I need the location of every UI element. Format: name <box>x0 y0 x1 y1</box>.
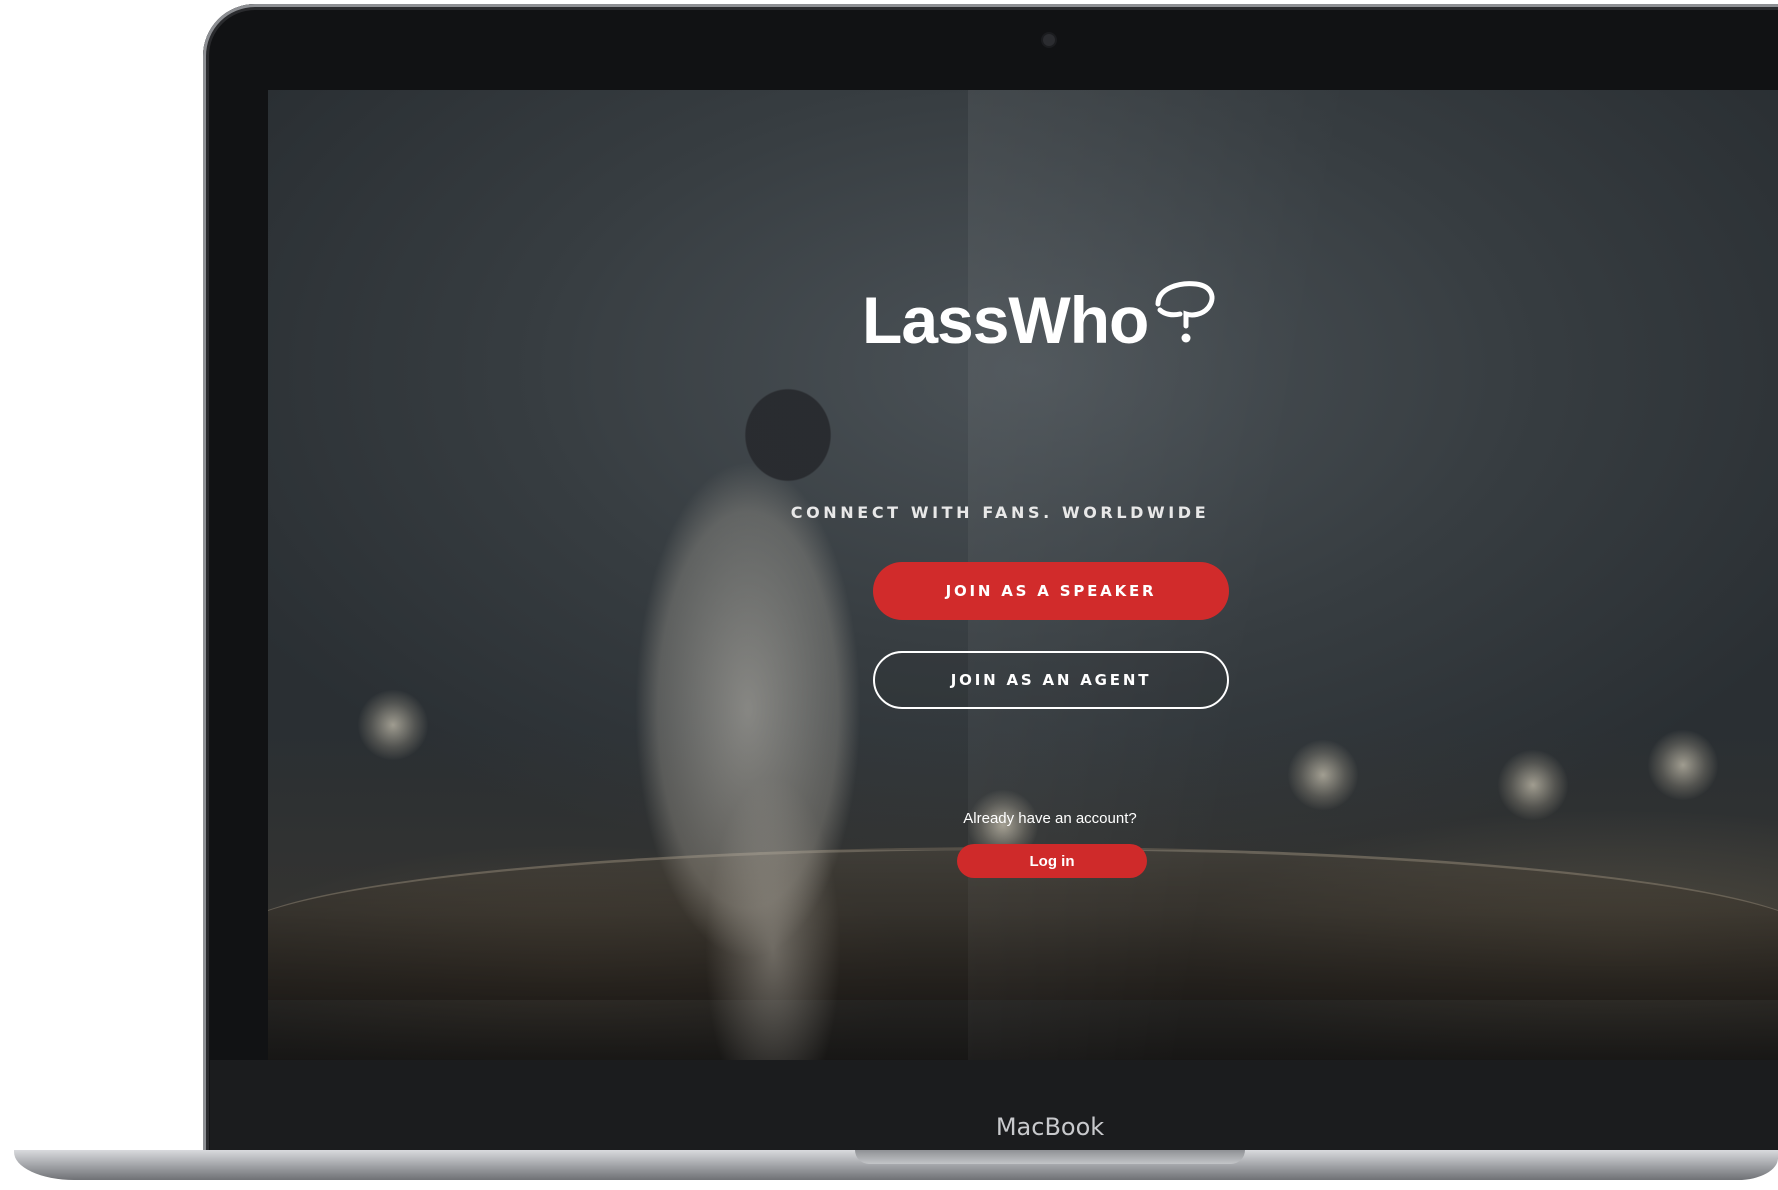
app-logo: LassWho <box>862 280 1220 360</box>
device-brand-label: MacBook <box>995 1113 1105 1141</box>
join-as-speaker-button[interactable]: JOIN AS A SPEAKER <box>873 562 1229 620</box>
webcam <box>1043 34 1055 46</box>
speech-bubble-question-icon <box>1150 278 1220 354</box>
floodlight <box>1648 730 1718 800</box>
tagline: CONNECT WITH FANS. WORLDWIDE <box>790 503 1210 522</box>
laptop-hinge-notch <box>855 1150 1245 1164</box>
floodlight <box>1288 740 1358 810</box>
floodlight <box>358 690 428 760</box>
join-as-agent-button[interactable]: JOIN AS AN AGENT <box>873 651 1229 709</box>
floodlight <box>1498 750 1568 820</box>
login-button[interactable]: Log in <box>957 844 1147 878</box>
login-prompt: Already have an account? <box>963 810 1137 827</box>
logo-text: LassWho <box>862 283 1149 357</box>
